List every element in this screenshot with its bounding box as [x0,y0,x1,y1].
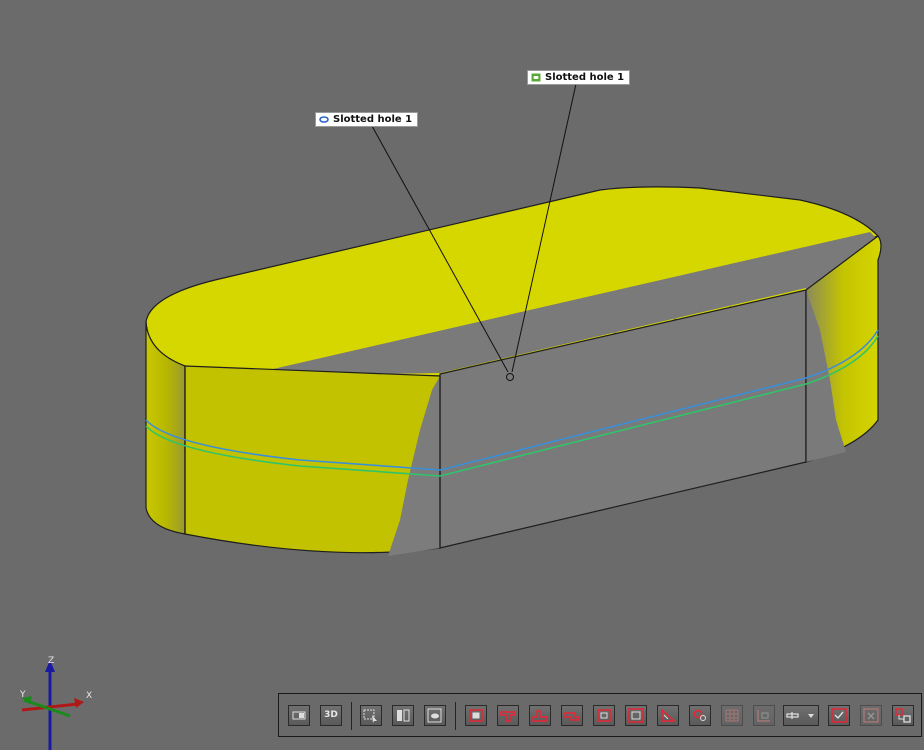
axis-x-label: X [86,691,92,701]
window-layout-icon [292,711,306,720]
slot-feature-icon [531,73,541,82]
check-square-icon [831,708,847,723]
show-holes-button[interactable] [497,705,519,726]
select-cursor-icon [363,709,377,723]
section-view-button[interactable] [392,705,414,726]
pattern-icon [693,709,706,721]
clear-features-button[interactable] [860,705,882,726]
show-bounding-button[interactable] [465,705,487,726]
3d-view-icon: 3D [324,710,338,720]
slot-icon [564,712,580,721]
pocket-icon [597,709,611,722]
slotted-hole-label-1[interactable]: Slotted hole 1 [315,112,419,127]
cross-square-icon [863,708,879,723]
axis-z-label: Z [48,656,54,666]
show-patterns-button[interactable] [689,705,711,726]
slotted-hole-label-2[interactable]: Slotted hole 1 [527,70,631,85]
corner-icon [757,710,770,722]
show-corners-button[interactable] [753,705,775,726]
tree-icon [895,708,911,723]
feature-filter-dropdown[interactable] [783,705,819,726]
select-entities-button[interactable] [360,705,382,726]
callout-text-1: Slotted hole 1 [333,114,413,125]
grid-icon [725,709,739,722]
slot-outline-icon [319,116,329,123]
show-pockets-button[interactable] [593,705,615,726]
bounding-box-icon [469,709,483,722]
visibility-icon [427,708,442,723]
show-steps-button[interactable] [529,705,551,726]
show-frames-button[interactable] [625,705,647,726]
section-view-icon [397,709,410,722]
view-toolbar: 3D [278,693,922,737]
show-grid-button[interactable] [721,705,743,726]
viewport-layout-button[interactable] [288,705,310,726]
hide-show-button[interactable] [424,705,446,726]
step-icon [532,710,548,722]
3d-view-button[interactable]: 3D [320,705,342,726]
frame-icon [628,708,644,723]
feature-tree-button[interactable] [892,705,914,726]
axis-triad: Z Y X [19,656,92,750]
3d-viewport[interactable] [0,0,924,750]
show-slots-button[interactable] [561,705,583,726]
hole-icon [500,711,516,722]
axis-y-label: Y [19,690,26,700]
filter-dropdown-icon [786,712,814,719]
confirm-features-button[interactable] [828,705,850,726]
chamfer-icon [661,708,676,722]
show-chamfers-button[interactable] [657,705,679,726]
callout-text-2: Slotted hole 1 [545,72,625,83]
